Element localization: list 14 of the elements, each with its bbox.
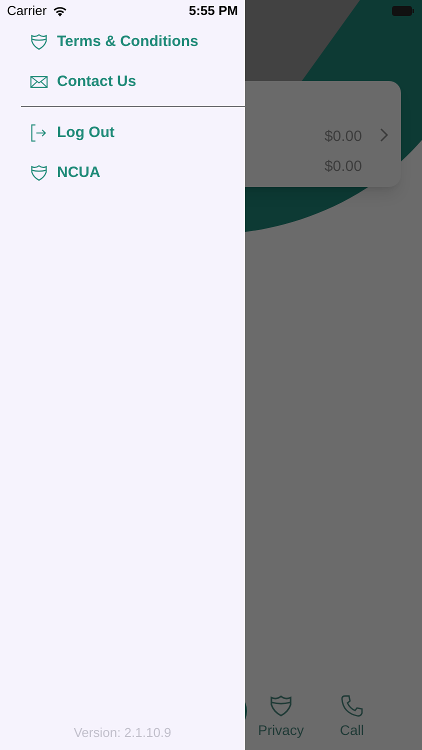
envelope-icon <box>30 73 48 91</box>
shield-icon <box>30 164 48 182</box>
logout-icon <box>30 124 48 142</box>
tab-button[interactable]: Call <box>332 694 372 741</box>
shield-icon <box>30 33 48 51</box>
carrier-label: Carrier <box>7 2 47 20</box>
shield-icon <box>268 694 293 718</box>
menu-item[interactable]: Terms & Conditions <box>0 22 245 62</box>
phone-icon <box>340 694 364 718</box>
time-label: 5:55 PM <box>188 2 238 20</box>
battery-icon <box>392 6 414 16</box>
tab-button[interactable]: Privacy <box>258 694 304 741</box>
chevron-right-icon <box>380 128 389 142</box>
wifi-icon <box>52 6 67 16</box>
